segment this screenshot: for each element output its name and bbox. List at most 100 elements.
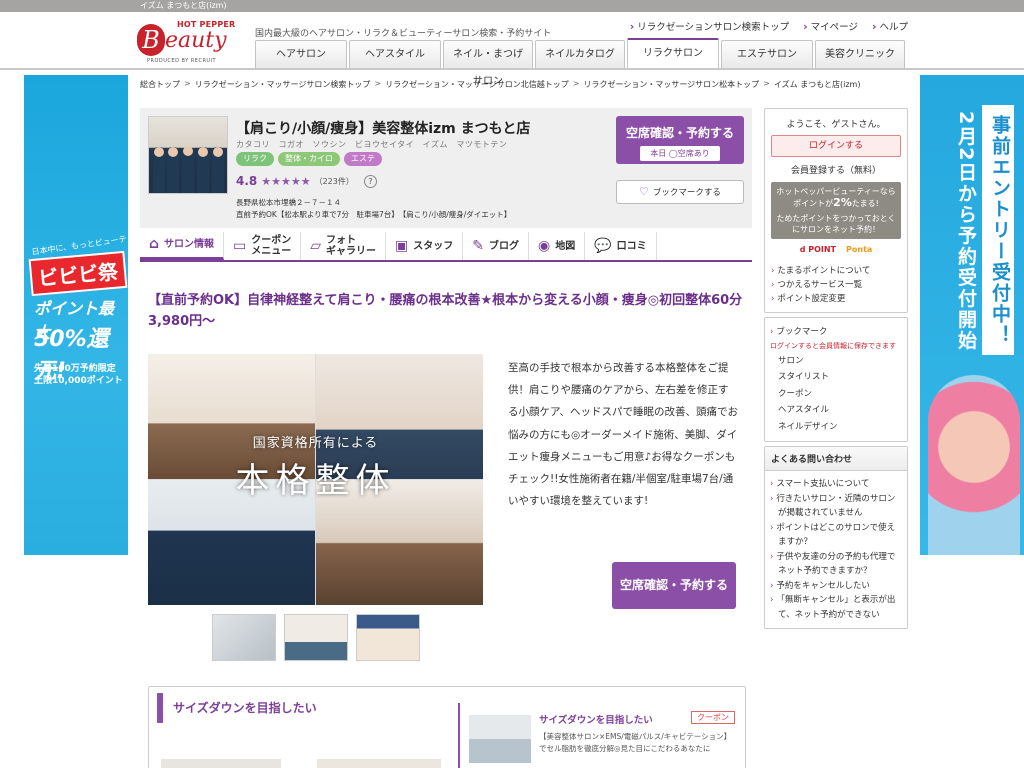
point-logos: d POINT Ponta (771, 245, 901, 254)
tab-beauty-clinic[interactable]: 美容クリニック (815, 40, 905, 68)
tab-relax-salon[interactable]: リラクサロン (627, 38, 719, 68)
salon-address: 長野県松本市埋橋２－７－１４ (236, 198, 341, 207)
tag-esthe: エステ (344, 152, 382, 166)
salon-name-kana: カタコリ コガオ ソウシン ビヨウセイタイ イズム マツモトテン (236, 140, 508, 149)
breadcrumb: 総合トップ > リラクゼーション・マッサージサロン検索トップ > リラクゼーション・… (140, 79, 860, 90)
tab-photo-gallery[interactable]: ▱ フォト ギャラリー (301, 232, 387, 260)
feature-image[interactable] (161, 759, 281, 768)
site-header: HOT PEPPER B eauty PRODUCED BY RECRUIT 国… (0, 12, 1024, 87)
bookmark-button[interactable]: ♡ ブックマークする (616, 180, 744, 204)
tab-coupon-menu[interactable]: ▭ クーポン メニュー (224, 232, 302, 260)
point-link[interactable]: つかえるサービス一覧 (771, 278, 901, 292)
faq-item[interactable]: 予約をキャンセルしたい (770, 579, 902, 594)
breadcrumb-item[interactable]: リラクゼーション・マッサージサロン北信越トップ (385, 79, 569, 90)
promo-percent: 2% (833, 196, 852, 209)
tab-nail-eyelash[interactable]: ネイル・まつげサロン (443, 40, 533, 87)
reserve-button-secondary[interactable]: 空席確認・予約する (612, 562, 736, 609)
tab-reviews[interactable]: 💬 口コミ (585, 232, 657, 260)
feature-item-text: 【美容整体サロン×EMS/電磁パルス/キャビテーション】でセル脂肪を徹底分解◎見… (539, 732, 732, 753)
header-links: リラクゼーションサロン検索トップ マイページ ヘルプ (630, 19, 908, 33)
faq-item[interactable]: 「無断キャンセル」と表示が出て、ネット予約ができない (770, 593, 902, 622)
dpoint-logo: d POINT (799, 245, 837, 254)
tab-blog[interactable]: ✎ ブログ (463, 232, 530, 260)
left-banner-ad[interactable]: 日本中に、もっとビューティーを。 ビビビ祭 ポイント最大 50%還元! 先着10… (24, 75, 128, 555)
tab-hair-salon[interactable]: ヘアサロン (255, 40, 347, 68)
salon-staff-photo[interactable] (148, 116, 228, 194)
thumbnail[interactable] (212, 614, 276, 661)
login-button[interactable]: ログインする (771, 135, 901, 157)
coupon-badge: クーポン (691, 711, 735, 724)
breadcrumb-item[interactable]: リラクゼーション・マッサージサロン検索トップ (195, 79, 371, 90)
thumbnail[interactable] (356, 614, 420, 661)
tag-relax: リラク (236, 152, 274, 166)
faq-box: よくある問い合わせ スマート支払いについて 行きたいサロン・近隣のサロンが掲載さ… (764, 446, 908, 629)
hotpepper-beauty-logo[interactable]: HOT PEPPER B eauty PRODUCED BY RECRUIT (137, 18, 237, 66)
bookmark-item[interactable]: ネイルデザイン (770, 419, 902, 436)
faq-item[interactable]: スマート支払いについて (770, 477, 902, 492)
faq-item[interactable]: ポイントはどこのサロンで使えますか？ (770, 521, 902, 550)
relax-search-top-link[interactable]: リラクゼーションサロン検索トップ (630, 19, 789, 33)
bookmark-item[interactable]: サロン (770, 353, 902, 370)
ponta-logo: Ponta (846, 245, 873, 254)
help-icon[interactable]: ? (363, 174, 377, 188)
photo-icon: ▱ (310, 237, 322, 254)
salon-name: 【肩こり/小顔/痩身】美容整体izm まつもと店 (236, 121, 531, 137)
register-link[interactable]: 会員登録する（無料） (771, 163, 901, 176)
logo-b-mark: B (137, 24, 165, 56)
main-salon-photo[interactable]: 国家資格所有による 本格整体 (148, 354, 483, 605)
tab-hair-style[interactable]: ヘアスタイル (349, 40, 441, 68)
point-link[interactable]: ポイント設定変更 (771, 292, 901, 306)
mypage-link[interactable]: マイページ (803, 19, 858, 33)
breadcrumb-item[interactable]: 総合トップ (140, 79, 180, 90)
bookmark-item[interactable]: クーポン (770, 386, 902, 403)
breadcrumb-sep: > (572, 79, 580, 88)
section-bar (157, 693, 163, 723)
ad-right-date: 2月2日から予約受付開始 (955, 111, 977, 352)
ad-left-title: ビビビ祭 (28, 250, 128, 297)
faq-item[interactable]: 行きたいサロン・近隣のサロンが掲載されていません (770, 492, 902, 521)
review-count[interactable]: （223件） (315, 176, 354, 187)
faq-list: スマート支払いについて 行きたいサロン・近隣のサロンが掲載されていません ポイン… (765, 471, 907, 628)
right-banner-ad[interactable]: 事前エントリー受付中！ 2月2日から予約受付開始 (920, 75, 1024, 555)
tab-salon-info[interactable]: ⌂ サロン情報 (140, 232, 225, 260)
salon-catch-copy: 【直前予約OK】自律神経整えて肩こり・腰痛の根本改善★根本から変える小顔・痩身◎… (148, 293, 743, 329)
faq-item[interactable]: 子供や友達の分の予約も代理でネット予約できますか？ (770, 550, 902, 579)
divider (458, 703, 460, 768)
logo-beauty-text: eauty (165, 28, 227, 53)
breadcrumb-current: イズム まつもと店(izm) (773, 80, 861, 89)
feature-item-title[interactable]: サイズダウンを目指したい (539, 712, 653, 726)
availability-badge: 本日 ◯空席あり (640, 146, 720, 161)
tab-label: フォト ギャラリー (326, 235, 377, 257)
breadcrumb-sep: > (374, 79, 382, 88)
breadcrumb-item[interactable]: リラクゼーション・マッサージサロン松本トップ (583, 79, 759, 90)
tab-nail-catalog[interactable]: ネイルカタログ (535, 40, 625, 68)
thumbnail[interactable] (284, 614, 348, 661)
point-link[interactable]: たまるポイントについて (771, 264, 901, 278)
tab-esthetic-salon[interactable]: エステサロン (721, 40, 813, 68)
ad-right-model-image (928, 375, 1020, 555)
bookmark-heading[interactable]: ブックマーク (770, 324, 902, 341)
promo-line: たまる! (851, 199, 879, 208)
salon-header: 【肩こり/小顔/痩身】美容整体izm まつもと店 カタコリ コガオ ソウシン ビ… (140, 108, 752, 228)
feature-box: サイズダウンを目指したい サイズダウンを目指したい クーポン 【美容整体サロン×… (148, 686, 746, 768)
salon-genre-tags: リラク 整体・カイロ エステ (236, 152, 382, 166)
feature-image[interactable] (317, 759, 441, 768)
bookmark-note: ログインすると会員情報に保存できます (770, 341, 896, 350)
reserve-button[interactable]: 空席確認・予約する 本日 ◯空席あり (616, 116, 744, 164)
tab-staff[interactable]: ▣ スタッフ (386, 232, 464, 260)
point-promo: ホットペッパービューティーなら ポイントが2%たまる! ためたポイントをつかって… (771, 182, 901, 239)
tab-map[interactable]: ◉ 地図 (529, 232, 586, 260)
welcome-box: ようこそ、ゲストさん。 ログインする 会員登録する（無料） ホットペッパービュー… (764, 108, 908, 313)
salon-rating[interactable]: 4.8 ★★★★★ （223件） ? (236, 174, 377, 188)
tab-label: 口コミ (616, 240, 647, 252)
ad-left-limit: 先着100万予約限定 上限10,000ポイント (34, 364, 123, 386)
speech-bubble-icon: 💬 (594, 237, 612, 254)
bookmark-item[interactable]: スタイリスト (770, 369, 902, 386)
tab-label: クーポン メニュー (251, 235, 292, 257)
top-strip: イズム まつもと店(izm) (0, 0, 1024, 12)
home-icon: ⌂ (149, 236, 160, 252)
help-link[interactable]: ヘルプ (872, 19, 908, 33)
bookmark-item[interactable]: ヘアスタイル (770, 402, 902, 419)
overlay-line2: 本格整体 (235, 461, 396, 501)
feature-item-photo[interactable] (469, 715, 531, 763)
